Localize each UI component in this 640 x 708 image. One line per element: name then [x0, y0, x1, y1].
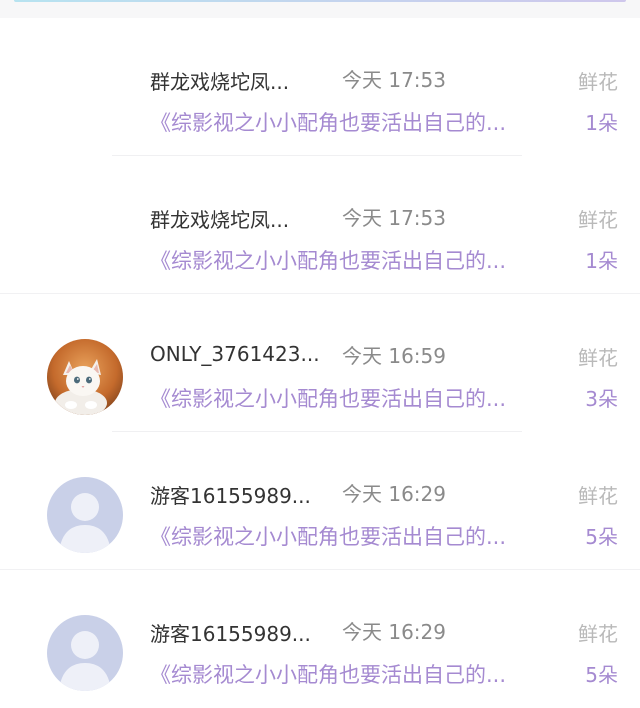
gift-time: 今天 16:29	[342, 482, 446, 506]
gift-count: 3朵	[585, 387, 618, 411]
gift-count: 5朵	[585, 663, 618, 687]
gift-record-row[interactable]: 群龙戏烧坨凤... 今天 17:53 鲜花 《综影视之小小配角也要活出自己的..…	[0, 156, 640, 294]
gift-record-row[interactable]: 群龙戏烧坨凤... 今天 17:53 鲜花 《综影视之小小配角也要活出自己的..…	[0, 18, 640, 156]
gift-type-label: 鲜花	[578, 70, 618, 94]
sender-name[interactable]: 群龙戏烧坨凤...	[150, 204, 289, 233]
gift-count: 1朵	[585, 249, 618, 273]
header-accent-bar	[14, 0, 626, 2]
gift-time: 今天 17:53	[342, 206, 446, 230]
sender-name[interactable]: 游客16155989...	[150, 618, 311, 647]
gift-type-label: 鲜花	[578, 622, 618, 646]
gift-time: 今天 16:29	[342, 620, 446, 644]
default-user-icon	[47, 615, 123, 691]
top-header-strip	[0, 0, 640, 18]
sender-name[interactable]: ONLY_3761423...	[150, 342, 320, 366]
gift-count: 5朵	[585, 525, 618, 549]
book-title-link[interactable]: 《综影视之小小配角也要活出自己的...	[150, 383, 506, 413]
gift-count: 1朵	[585, 111, 618, 135]
avatar-default-user[interactable]	[47, 615, 123, 691]
gift-record-row[interactable]: 游客16155989... 今天 16:29 鲜花 《综影视之小小配角也要活出自…	[0, 570, 640, 708]
avatar-kitten-photo[interactable]	[47, 339, 123, 415]
gift-record-list: 群龙戏烧坨凤... 今天 17:53 鲜花 《综影视之小小配角也要活出自己的..…	[0, 18, 640, 708]
book-title-link[interactable]: 《综影视之小小配角也要活出自己的...	[150, 521, 506, 551]
gift-time: 今天 17:53	[342, 68, 446, 92]
book-title-link[interactable]: 《综影视之小小配角也要活出自己的...	[150, 245, 506, 275]
gift-type-label: 鲜花	[578, 346, 618, 370]
gift-record-row[interactable]: 游客16155989... 今天 16:29 鲜花 《综影视之小小配角也要活出自…	[0, 432, 640, 570]
avatar-default-user[interactable]	[47, 477, 123, 553]
sender-name[interactable]: 群龙戏烧坨凤...	[150, 66, 289, 95]
gift-record-row[interactable]: ONLY_3761423... 今天 16:59 鲜花 《综影视之小小配角也要活…	[0, 294, 640, 432]
kitten-icon	[47, 339, 123, 415]
book-title-link[interactable]: 《综影视之小小配角也要活出自己的...	[150, 107, 506, 137]
gift-type-label: 鲜花	[578, 484, 618, 508]
default-user-icon	[47, 477, 123, 553]
gift-type-label: 鲜花	[578, 208, 618, 232]
gift-time: 今天 16:59	[342, 344, 446, 368]
sender-name[interactable]: 游客16155989...	[150, 480, 311, 509]
book-title-link[interactable]: 《综影视之小小配角也要活出自己的...	[150, 659, 506, 689]
